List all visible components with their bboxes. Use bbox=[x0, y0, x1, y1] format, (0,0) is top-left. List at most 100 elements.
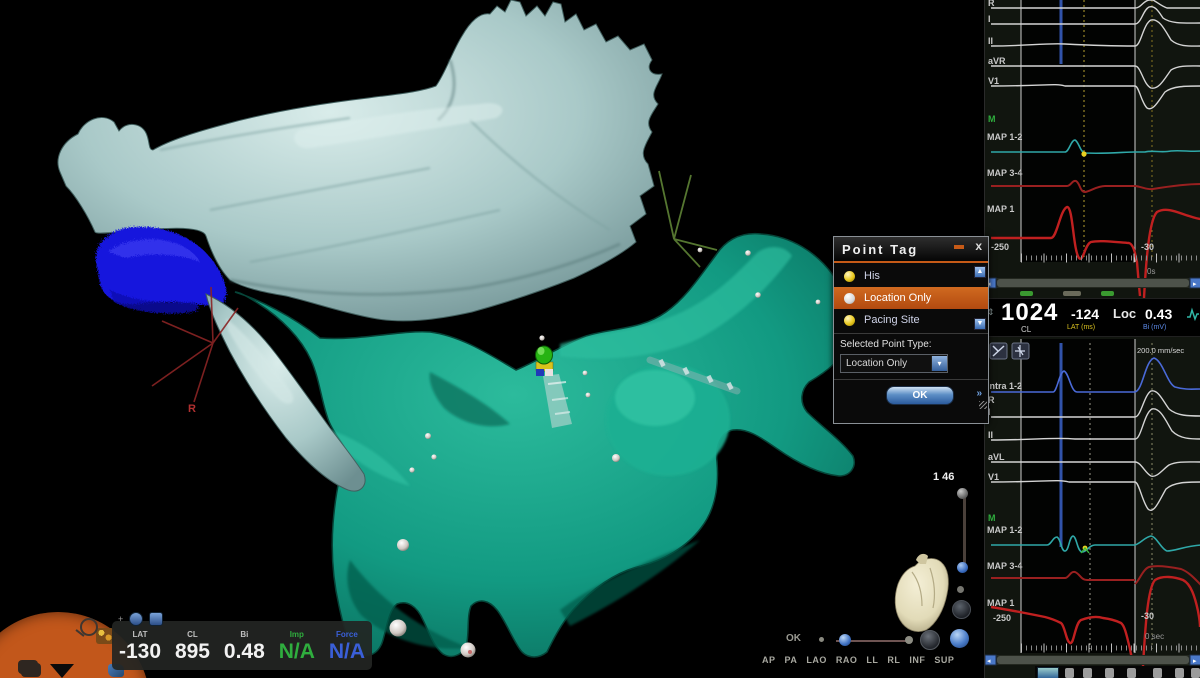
lat-value: -124 bbox=[1071, 306, 1099, 322]
chevron-down-icon[interactable]: ▾ bbox=[931, 356, 947, 371]
resize-grip[interactable] bbox=[979, 401, 987, 409]
close-icon[interactable]: x bbox=[975, 241, 982, 251]
svg-text:-30: -30 bbox=[1141, 611, 1154, 621]
orient-ap-button[interactable]: AP bbox=[762, 655, 776, 665]
svg-text:R: R bbox=[988, 0, 995, 8]
svg-text:V1: V1 bbox=[988, 76, 999, 86]
orient-rao-button[interactable]: RAO bbox=[836, 655, 858, 665]
slider-end-dot bbox=[905, 636, 913, 644]
svg-text:M: M bbox=[988, 114, 996, 124]
svg-text:II: II bbox=[988, 36, 993, 46]
zoom-slider-knob[interactable] bbox=[957, 488, 968, 499]
trackball-icon[interactable] bbox=[952, 600, 971, 619]
point-type-dropdown-value: Location Only bbox=[841, 358, 907, 369]
force-value: N/A bbox=[329, 640, 365, 663]
point-type-dropdown[interactable]: Location Only ▾ bbox=[840, 354, 948, 373]
svg-text:MAP 3-4: MAP 3-4 bbox=[987, 561, 1022, 571]
point-tag-list: His Location Only Pacing Site ▲ ▼ bbox=[834, 263, 988, 334]
point-measurements-bar: LAT -130 CL 895 Bi 0.48 Imp N/A Force N/… bbox=[112, 621, 372, 670]
carto-mapping-window: R bbox=[0, 0, 1200, 678]
cursor-icon[interactable] bbox=[129, 612, 143, 626]
point-tag-item-his[interactable]: His bbox=[834, 265, 988, 287]
orient-inf-button[interactable]: INF bbox=[909, 655, 925, 665]
expand-button[interactable]: » bbox=[976, 388, 982, 399]
measurement-bar: ⇕ 1024 CL -124 LAT (ms) Loc 0.43 Bi (mV) bbox=[985, 298, 1200, 337]
ecg-panel: R I II aVR V1 M MAP 1-2 MAP 3-4 MAP 1 -2… bbox=[984, 0, 1200, 678]
orient-pa-button[interactable]: PA bbox=[785, 655, 798, 665]
cl-value: 895 bbox=[175, 640, 210, 663]
zoom-scale-value: 1 46 bbox=[933, 471, 954, 483]
cl-value: 1024 bbox=[1001, 299, 1058, 327]
zoom-slider-knob-blue[interactable] bbox=[957, 562, 968, 573]
point-tag-item-label: Location Only bbox=[864, 292, 931, 304]
svg-text:▸: ▸ bbox=[1193, 281, 1197, 288]
zoom-slider-track[interactable] bbox=[963, 492, 966, 570]
catheter-tip bbox=[536, 346, 553, 364]
rotation-slider-knob[interactable] bbox=[839, 634, 851, 646]
ecg-top-scrollbar[interactable]: ◂▸ bbox=[985, 278, 1200, 288]
magnifier-icon[interactable] bbox=[80, 618, 98, 636]
loc-label: Loc bbox=[1113, 306, 1136, 321]
cl-label: CL bbox=[175, 631, 210, 639]
point-tag-item-pacing-site[interactable]: Pacing Site bbox=[834, 309, 988, 331]
orient-sup-button[interactable]: SUP bbox=[934, 655, 954, 665]
svg-text:V1: V1 bbox=[988, 472, 999, 482]
point-tag-titlebar[interactable]: Point Tag x bbox=[834, 237, 988, 263]
svg-text:MAP 1: MAP 1 bbox=[987, 598, 1014, 608]
lat-value: -130 bbox=[119, 640, 161, 663]
bi-label: Bi bbox=[224, 631, 265, 639]
trackball-globe-icon[interactable] bbox=[920, 630, 940, 650]
annotation-marker bbox=[1081, 151, 1086, 156]
svg-text:aVR: aVR bbox=[988, 56, 1006, 66]
view-ok-label: OK bbox=[786, 633, 801, 644]
svg-text:M: M bbox=[988, 513, 996, 523]
orient-lao-button[interactable]: LAO bbox=[806, 655, 827, 665]
svg-text:aVL: aVL bbox=[988, 452, 1005, 462]
binoculars-icon[interactable] bbox=[18, 660, 38, 674]
green-reference-lines bbox=[659, 171, 717, 267]
orient-ll-button[interactable]: LL bbox=[866, 655, 878, 665]
svg-text:-30: -30 bbox=[1141, 242, 1154, 252]
lat-label: LAT bbox=[119, 631, 161, 639]
point-tag-item-location-only[interactable]: Location Only bbox=[834, 287, 988, 309]
partial-button[interactable] bbox=[1037, 667, 1059, 678]
svg-text:◂: ◂ bbox=[987, 658, 991, 665]
svg-text:MAP 3-4: MAP 3-4 bbox=[987, 168, 1022, 178]
status-box-toolbar: + bbox=[118, 612, 163, 626]
svg-text:MAP 1-2: MAP 1-2 bbox=[987, 525, 1022, 535]
hand-icon[interactable] bbox=[149, 612, 163, 626]
heart-reference-icon[interactable] bbox=[895, 554, 948, 632]
orient-rl-button[interactable]: RL bbox=[887, 655, 900, 665]
svg-text:I: I bbox=[988, 14, 991, 24]
his-dot-icon bbox=[844, 271, 855, 282]
ecg-strip-bottom[interactable]: 200.0 mm/sec Intra 1-2 R I II aVL V1 bbox=[985, 339, 1200, 666]
svg-text:R: R bbox=[988, 395, 995, 405]
orientation-buttons: AP PA LAO RAO LL RL INF SUP bbox=[762, 655, 954, 665]
force-label: Force bbox=[329, 631, 365, 639]
cl-label: CL bbox=[1021, 325, 1031, 334]
plus-icon[interactable]: + bbox=[118, 614, 123, 624]
orbit-sphere-icon[interactable] bbox=[950, 629, 969, 648]
svg-text:▸: ▸ bbox=[1193, 658, 1197, 665]
signal-icon bbox=[1186, 307, 1200, 321]
svg-text:0 sec: 0 sec bbox=[1145, 632, 1164, 641]
selected-point-type-label: Selected Point Type: bbox=[834, 334, 988, 352]
svg-text:-250: -250 bbox=[991, 242, 1009, 252]
minimize-icon[interactable] bbox=[954, 245, 964, 249]
svg-text:Intra 1-2: Intra 1-2 bbox=[987, 381, 1022, 391]
scroll-up-icon[interactable]: ▲ bbox=[974, 266, 986, 278]
imp-value: N/A bbox=[279, 640, 315, 663]
svg-text:0s: 0s bbox=[1147, 267, 1155, 276]
zoom-slider-dot bbox=[957, 586, 964, 593]
point-tag-title: Point Tag bbox=[834, 242, 918, 257]
point-tag-footer: OK » bbox=[834, 379, 988, 410]
scroll-down-icon[interactable]: ▼ bbox=[974, 318, 986, 330]
pacing-site-dot-icon bbox=[844, 315, 855, 326]
location-only-dot-icon bbox=[844, 293, 855, 304]
svg-text:MAP 1: MAP 1 bbox=[987, 204, 1014, 214]
ref-letter: R bbox=[188, 403, 196, 415]
ecg-bottom-scrollbar[interactable]: ◂▸ bbox=[985, 655, 1200, 665]
ok-button[interactable]: OK bbox=[886, 386, 954, 405]
bi-units-label: Bi (mV) bbox=[1143, 324, 1166, 331]
ecg-strip-top[interactable]: R I II aVR V1 M MAP 1-2 MAP 3-4 MAP 1 -2… bbox=[985, 0, 1200, 298]
